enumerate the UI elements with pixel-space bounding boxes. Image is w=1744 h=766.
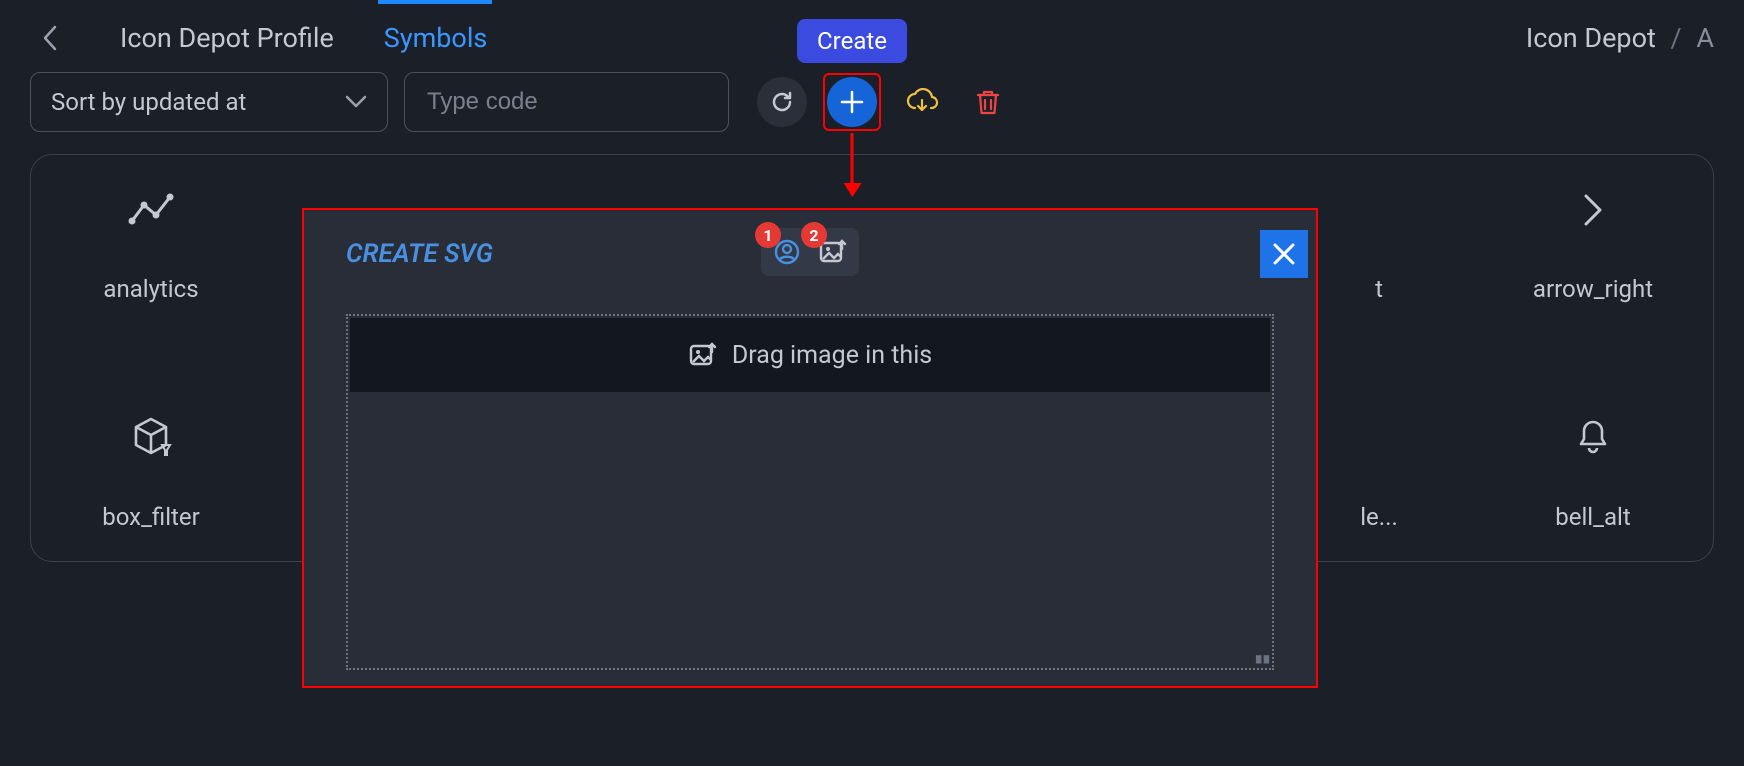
image-dropzone[interactable]: Drag image in this ▗▗ <box>346 314 1274 670</box>
create-svg-modal: CREATE SVG 1 2 Drag image in this ▗▗ <box>302 208 1318 688</box>
modal-header: CREATE SVG 1 2 <box>304 210 1316 296</box>
back-button[interactable] <box>30 25 70 51</box>
arrow-right-icon <box>1578 185 1608 235</box>
cloud-download-icon <box>905 88 939 116</box>
analytics-icon <box>128 185 174 235</box>
tab-icon-depot-profile[interactable]: Icon Depot Profile <box>120 22 334 54</box>
annotation-badge-2: 2 <box>801 222 827 248</box>
toolbar: Sort by updated at Create <box>0 72 1744 132</box>
bell-alt-icon <box>1575 413 1611 463</box>
breadcrumb-separator: / <box>1671 22 1682 54</box>
sort-select[interactable]: Sort by updated at <box>30 72 388 132</box>
symbol-label: le... <box>1360 503 1398 531</box>
chevron-down-icon <box>345 95 367 109</box>
dropzone-label: Drag image in this <box>732 341 932 370</box>
create-tooltip: Create <box>797 19 907 63</box>
modal-close-button[interactable] <box>1260 230 1308 278</box>
code-input[interactable] <box>404 72 729 132</box>
modal-mode-toggle: 1 2 <box>761 228 859 276</box>
symbol-item-partial[interactable]: le... <box>1360 413 1398 531</box>
annotation-badge-1: 1 <box>755 222 781 248</box>
symbol-label: analytics <box>103 275 198 303</box>
grid-column: t le... <box>1349 185 1409 531</box>
dropzone-hint: Drag image in this <box>350 318 1270 392</box>
breadcrumb-root[interactable]: Icon Depot <box>1526 22 1656 54</box>
download-button[interactable] <box>897 77 947 127</box>
annotation-highlight <box>823 73 881 131</box>
active-tab-indicator <box>378 0 492 4</box>
grid-column: analytics box_filter <box>51 185 251 531</box>
trash-icon <box>974 87 1002 117</box>
breadcrumb-current: A <box>1696 22 1714 54</box>
modal-title: CREATE SVG <box>346 239 493 269</box>
symbol-label: bell_alt <box>1555 503 1630 531</box>
toggle-user-mode[interactable]: 1 <box>769 234 805 270</box>
annotation-arrow <box>851 133 854 195</box>
symbol-label: t <box>1375 275 1383 303</box>
symbol-item-analytics[interactable]: analytics <box>103 185 198 303</box>
tab-symbols[interactable]: Symbols <box>384 22 488 54</box>
delete-button[interactable] <box>963 77 1013 127</box>
chevron-left-icon <box>42 25 58 51</box>
symbol-item-box-filter[interactable]: box_filter <box>102 413 200 531</box>
symbol-label: box_filter <box>102 503 200 531</box>
create-button-wrapper: Create <box>823 73 881 131</box>
refresh-button[interactable] <box>757 77 807 127</box>
box-filter-icon <box>128 413 174 463</box>
symbol-label: arrow_right <box>1533 275 1653 303</box>
symbol-item-arrow-right[interactable]: arrow_right <box>1533 185 1653 303</box>
toggle-image-mode[interactable]: 2 <box>815 234 851 270</box>
create-button[interactable] <box>827 77 877 127</box>
grid-column: arrow_right bell_alt <box>1493 185 1693 531</box>
resize-handle[interactable]: ▗▗ <box>1250 648 1266 664</box>
symbol-item-partial[interactable]: t <box>1375 185 1383 303</box>
image-upload-icon <box>688 341 718 369</box>
breadcrumb: Icon Depot / A <box>1526 22 1714 54</box>
plus-icon <box>839 89 865 115</box>
sort-select-label: Sort by updated at <box>51 88 246 116</box>
symbol-item-bell-alt[interactable]: bell_alt <box>1555 413 1630 531</box>
close-icon <box>1271 241 1297 267</box>
refresh-icon <box>768 88 796 116</box>
